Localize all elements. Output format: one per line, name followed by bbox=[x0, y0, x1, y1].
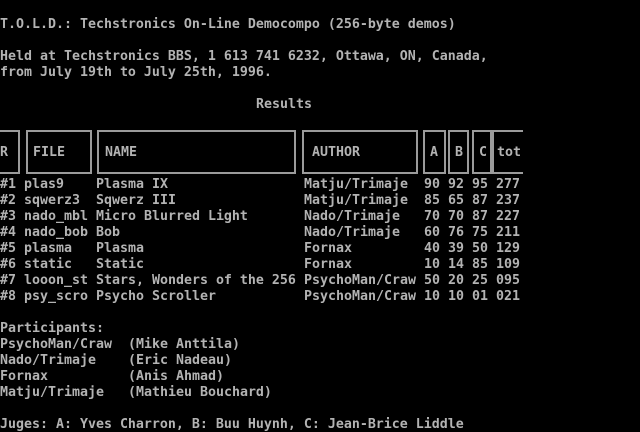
column-header-judge-c: C bbox=[479, 145, 487, 161]
author-cell: Nado/Trimaje bbox=[304, 225, 400, 241]
column-header-total: tot bbox=[497, 145, 521, 161]
judge-b-score-cell: 14 bbox=[448, 257, 464, 273]
name-cell: Psycho Scroller bbox=[96, 289, 216, 305]
table-row: #8 psy_scro Psycho Scroller PsychoMan/Cr… bbox=[0, 289, 640, 305]
rank-cell: #5 bbox=[0, 241, 16, 257]
results-heading: Results bbox=[256, 97, 312, 113]
file-cell: looon_st bbox=[24, 273, 88, 289]
page-title: T.O.L.D.: Techstronics On-Line Democompo… bbox=[0, 17, 456, 33]
author-cell: PsychoMan/Craw bbox=[304, 289, 416, 305]
file-cell: static bbox=[24, 257, 72, 273]
author-cell: Fornax bbox=[304, 241, 352, 257]
table-row: #5 plasma Plasma Fornax 40 39 50 129 bbox=[0, 241, 640, 257]
judge-a-score-cell: 10 bbox=[424, 289, 440, 305]
file-cell: sqwerz3 bbox=[24, 193, 80, 209]
rank-cell: #3 bbox=[0, 209, 16, 225]
total-score-cell: 211 bbox=[496, 225, 520, 241]
participant-row: Matju/Trimaje (Mathieu Bouchard) bbox=[0, 385, 640, 401]
total-score-cell: 109 bbox=[496, 257, 520, 273]
column-header-rank: R bbox=[0, 145, 8, 161]
total-score-cell: 021 bbox=[496, 289, 520, 305]
column-header-file: FILE bbox=[33, 145, 65, 161]
name-cell: Plasma IX bbox=[96, 177, 168, 193]
rank-cell: #2 bbox=[0, 193, 16, 209]
name-cell: Bob bbox=[96, 225, 120, 241]
judge-b-score-cell: 92 bbox=[448, 177, 464, 193]
column-header-author: AUTHOR bbox=[312, 145, 360, 161]
participant-real-name: (Mike Anttila) bbox=[128, 337, 240, 353]
name-cell: Stars, Wonders of the 256 bbox=[96, 273, 296, 289]
participant-row: PsychoMan/Craw (Mike Anttila) bbox=[0, 337, 640, 353]
rank-cell: #8 bbox=[0, 289, 16, 305]
total-score-cell: 237 bbox=[496, 193, 520, 209]
judge-c-score-cell: 01 bbox=[472, 289, 488, 305]
participant-row: Fornax (Anis Ahmad) bbox=[0, 369, 640, 385]
table-row: #3 nado_mbl Micro Blurred Light Nado/Tri… bbox=[0, 209, 640, 225]
column-header-judge-a: A bbox=[430, 145, 438, 161]
judge-c-score-cell: 85 bbox=[472, 257, 488, 273]
participant-row: Nado/Trimaje (Eric Nadeau) bbox=[0, 353, 640, 369]
total-score-cell: 277 bbox=[496, 177, 520, 193]
rank-cell: #6 bbox=[0, 257, 16, 273]
judge-a-score-cell: 40 bbox=[424, 241, 440, 257]
rank-cell: #1 bbox=[0, 177, 16, 193]
judge-b-score-cell: 65 bbox=[448, 193, 464, 209]
judge-c-score-cell: 87 bbox=[472, 209, 488, 225]
venue-line-1: Held at Techstronics BBS, 1 613 741 6232… bbox=[0, 49, 488, 65]
participant-real-name: (Mathieu Bouchard) bbox=[128, 385, 272, 401]
rank-cell: #4 bbox=[0, 225, 16, 241]
total-score-cell: 095 bbox=[496, 273, 520, 289]
judge-a-score-cell: 60 bbox=[424, 225, 440, 241]
terminal-screen: T.O.L.D.: Techstronics On-Line Democompo… bbox=[0, 0, 640, 432]
total-score-cell: 129 bbox=[496, 241, 520, 257]
venue-line-2: from July 19th to July 25th, 1996. bbox=[0, 65, 272, 81]
judge-b-score-cell: 76 bbox=[448, 225, 464, 241]
file-cell: nado_bob bbox=[24, 225, 88, 241]
column-header-name: NAME bbox=[105, 145, 137, 161]
judge-a-score-cell: 90 bbox=[424, 177, 440, 193]
judge-c-score-cell: 25 bbox=[472, 273, 488, 289]
judge-b-score-cell: 20 bbox=[448, 273, 464, 289]
judge-b-score-cell: 70 bbox=[448, 209, 464, 225]
author-cell: Matju/Trimaje bbox=[304, 177, 408, 193]
file-cell: plas9 bbox=[24, 177, 64, 193]
author-cell: Matju/Trimaje bbox=[304, 193, 408, 209]
column-header-judge-b: B bbox=[455, 145, 463, 161]
rank-cell: #7 bbox=[0, 273, 16, 289]
judge-c-score-cell: 50 bbox=[472, 241, 488, 257]
file-cell: psy_scro bbox=[24, 289, 88, 305]
file-cell: plasma bbox=[24, 241, 72, 257]
participant-real-name: (Eric Nadeau) bbox=[128, 353, 232, 369]
judge-a-score-cell: 85 bbox=[424, 193, 440, 209]
author-cell: Nado/Trimaje bbox=[304, 209, 400, 225]
judge-c-score-cell: 95 bbox=[472, 177, 488, 193]
participants-heading: Participants: bbox=[0, 321, 104, 337]
judges-line: Juges: A: Yves Charron, B: Buu Huynh, C:… bbox=[0, 417, 464, 432]
name-cell: Sqwerz III bbox=[96, 193, 176, 209]
judge-b-score-cell: 39 bbox=[448, 241, 464, 257]
participant-real-name: (Anis Ahmad) bbox=[128, 369, 224, 385]
table-row: #7 looon_st Stars, Wonders of the 256 Ps… bbox=[0, 273, 640, 289]
judge-a-score-cell: 70 bbox=[424, 209, 440, 225]
author-cell: PsychoMan/Craw bbox=[304, 273, 416, 289]
judge-b-score-cell: 10 bbox=[448, 289, 464, 305]
table-row: #6 static Static Fornax 10 14 85 109 bbox=[0, 257, 640, 273]
name-cell: Plasma bbox=[96, 241, 144, 257]
name-cell: Static bbox=[96, 257, 144, 273]
judge-c-score-cell: 87 bbox=[472, 193, 488, 209]
judge-c-score-cell: 75 bbox=[472, 225, 488, 241]
total-score-cell: 227 bbox=[496, 209, 520, 225]
participant-handle: Fornax bbox=[0, 369, 48, 385]
participant-handle: Matju/Trimaje bbox=[0, 385, 104, 401]
file-cell: nado_mbl bbox=[24, 209, 88, 225]
author-cell: Fornax bbox=[304, 257, 352, 273]
judge-a-score-cell: 10 bbox=[424, 257, 440, 273]
table-row: #2 sqwerz3 Sqwerz III Matju/Trimaje 85 6… bbox=[0, 193, 640, 209]
table-row: #1 plas9 Plasma IX Matju/Trimaje 90 92 9… bbox=[0, 177, 640, 193]
participant-handle: PsychoMan/Craw bbox=[0, 337, 112, 353]
participant-handle: Nado/Trimaje bbox=[0, 353, 96, 369]
judge-a-score-cell: 50 bbox=[424, 273, 440, 289]
name-cell: Micro Blurred Light bbox=[96, 209, 248, 225]
table-row: #4 nado_bob Bob Nado/Trimaje 60 76 75 21… bbox=[0, 225, 640, 241]
